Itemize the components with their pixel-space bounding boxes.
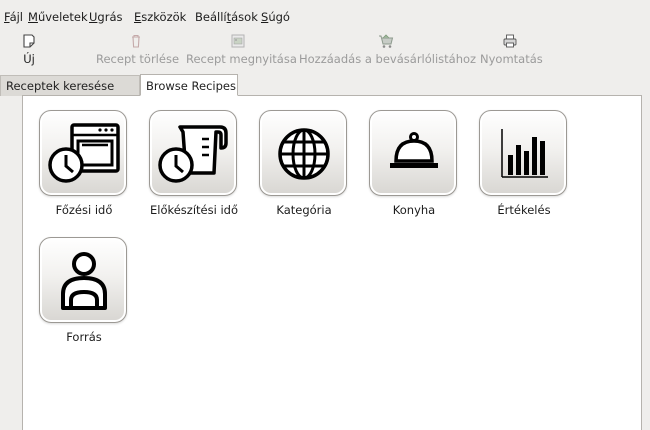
menu-settings[interactable]: Beállítások: [195, 10, 258, 24]
rating-button[interactable]: [479, 110, 567, 196]
cooking-time-button[interactable]: [39, 110, 127, 196]
prep-time-button[interactable]: [149, 110, 237, 196]
menu-tools[interactable]: Eszközök: [134, 10, 186, 24]
delete-recipe-button[interactable]: Recept törlése: [96, 24, 179, 70]
globe-icon: [278, 128, 330, 180]
menu-actions[interactable]: Műveletek: [28, 10, 88, 24]
notebook-tabs: Receptek keresése Browse Recipes: [0, 74, 650, 96]
menu-file[interactable]: Fájl: [4, 10, 23, 24]
menubar: Fájl Műveletek Ugrás Eszközök Beállításo…: [0, 0, 650, 24]
cuisine-button[interactable]: [369, 110, 457, 196]
bar-chart-icon: [501, 129, 548, 178]
print-button[interactable]: Nyomtatás: [480, 24, 543, 70]
add-to-shopping-list-button[interactable]: Hozzáadás a bevásárlólistához: [299, 24, 476, 70]
open-recipe-icon: [231, 34, 245, 48]
serving-dome-icon: [390, 132, 438, 168]
open-recipe-button[interactable]: Recept megnyitása: [186, 24, 297, 70]
printer-icon: [503, 34, 517, 48]
menu-go[interactable]: Ugrás: [89, 10, 123, 24]
menu-help[interactable]: Súgó: [261, 10, 290, 24]
source-button[interactable]: [39, 237, 127, 323]
measuring-cup-clock-icon: [158, 125, 228, 183]
trash-icon: [132, 34, 140, 48]
browse-panel: Főzési idő Előkészítési idő Kategória Ko…: [22, 95, 642, 430]
toolbar: Új Recept törlése Recept megnyitása Hozz…: [0, 24, 650, 72]
new-recipe-button[interactable]: Új: [18, 24, 40, 70]
tab-search-recipes[interactable]: Receptek keresése: [0, 75, 140, 96]
person-icon: [61, 252, 107, 310]
tab-browse-recipes[interactable]: Browse Recipes: [140, 74, 238, 96]
shopping-cart-icon: [378, 34, 393, 48]
oven-clock-icon: [48, 123, 120, 183]
new-document-icon: [23, 34, 35, 48]
category-button[interactable]: [259, 110, 347, 196]
